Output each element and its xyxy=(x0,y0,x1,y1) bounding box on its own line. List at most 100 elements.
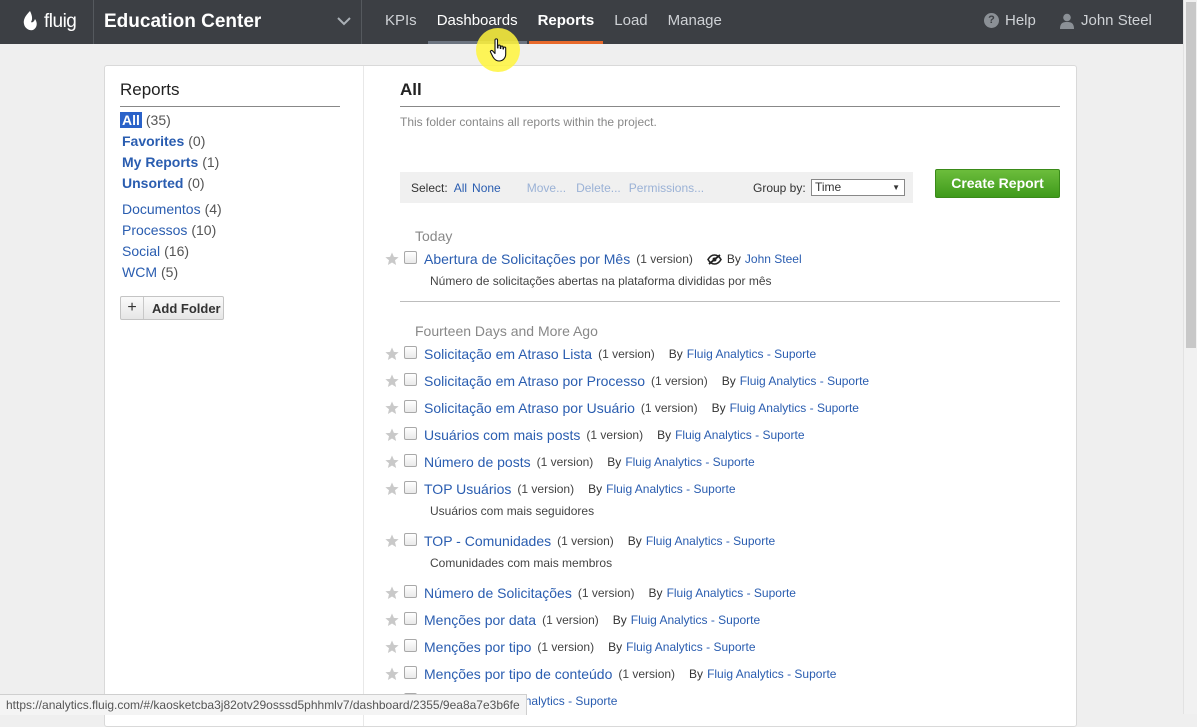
report-checkbox[interactable] xyxy=(404,665,417,679)
report-checkbox[interactable] xyxy=(404,453,417,467)
star-icon[interactable] xyxy=(385,640,399,654)
report-row[interactable]: Número de Solicitações (1 version) By Fluig… xyxy=(385,583,796,603)
report-checkbox[interactable] xyxy=(404,345,417,359)
report-row[interactable]: Menções por tipo de conteúdo (1 version) B… xyxy=(385,664,836,684)
report-name-link[interactable]: Usuários com mais posts xyxy=(424,427,580,443)
report-row[interactable]: TOP - Comunidades (1 version) By Fluig Anal… xyxy=(385,531,775,551)
star-icon[interactable] xyxy=(385,667,399,681)
folder-label[interactable]: Processos xyxy=(122,222,187,238)
report-row[interactable]: Solicitação em Atraso por Usuário (1 vers… xyxy=(385,398,859,418)
folder-social[interactable]: Social (16) xyxy=(122,241,352,262)
report-checkbox[interactable] xyxy=(404,250,417,264)
folder-label[interactable]: Social xyxy=(122,243,160,259)
help-link[interactable]: ? Help xyxy=(984,12,1036,29)
report-checkbox[interactable] xyxy=(404,426,417,440)
page-scrollbar[interactable] xyxy=(1183,0,1197,714)
report-name-link[interactable]: Número de Solicitações xyxy=(424,585,572,601)
folder-label[interactable]: WCM xyxy=(122,264,157,280)
author-link[interactable]: Fluig Analytics - Suporte xyxy=(631,613,760,627)
nav-kpis[interactable]: KPIs xyxy=(376,0,426,44)
star-icon[interactable] xyxy=(385,482,399,496)
permissions-link[interactable]: Permissions... xyxy=(629,181,704,195)
nav-reports[interactable]: Reports xyxy=(528,0,604,44)
select-none-link[interactable]: None xyxy=(472,181,501,195)
star-icon[interactable] xyxy=(385,613,399,627)
author-link[interactable]: Fluig Analytics - Suporte xyxy=(707,667,836,681)
report-name-link[interactable]: TOP - Comunidades xyxy=(424,533,551,549)
author-link[interactable]: Fluig Analytics - Suporte xyxy=(646,534,775,548)
report-row[interactable]: TOP Usuários (1 version) By Fluig Analytics… xyxy=(385,479,736,499)
star-icon[interactable] xyxy=(385,401,399,415)
report-name-link[interactable]: Solicitação em Atraso Lista xyxy=(424,346,592,362)
author-link[interactable]: Fluig Analytics - Suporte xyxy=(730,401,859,415)
folder-processos[interactable]: Processos (10) xyxy=(122,220,352,241)
report-checkbox[interactable] xyxy=(404,532,417,546)
report-name-link[interactable]: TOP Usuários xyxy=(424,481,511,497)
author-link[interactable]: Fluig Analytics - Suporte xyxy=(667,586,796,600)
author-link[interactable]: Fluig Analytics - Suporte xyxy=(625,455,754,469)
group-by-select[interactable]: Time ▼ xyxy=(811,179,905,196)
fluig-logo[interactable]: fluig xyxy=(18,8,78,36)
folders-sidebar: Reports All (35) Favorites (0) My Reports(… xyxy=(105,66,364,726)
folder-all[interactable]: All (35) xyxy=(120,110,352,131)
star-icon[interactable] xyxy=(385,428,399,442)
flame-icon xyxy=(23,11,37,31)
report-checkbox[interactable] xyxy=(404,372,417,386)
folder-unsorted[interactable]: Unsorted (0) xyxy=(122,173,352,194)
report-checkbox[interactable] xyxy=(404,399,417,413)
star-icon[interactable] xyxy=(385,534,399,548)
report-version: (1 version) xyxy=(651,374,708,388)
star-icon[interactable] xyxy=(385,455,399,469)
create-report-button[interactable]: Create Report xyxy=(935,169,1060,198)
folder-label[interactable]: Unsorted xyxy=(122,175,183,191)
folder-my-reports[interactable]: My Reports (1) xyxy=(122,152,352,173)
report-row[interactable]: Menções por tipo (1 version) By Fluig Analy… xyxy=(385,637,756,657)
report-row[interactable]: Solicitação em Atraso por Processo (1 ver… xyxy=(385,371,869,391)
author-link[interactable]: Fluig Analytics - Suporte xyxy=(740,374,869,388)
chevron-down-icon[interactable] xyxy=(337,16,351,26)
report-checkbox[interactable] xyxy=(404,584,417,598)
report-row[interactable]: Menções por data (1 version) By Fluig Analy… xyxy=(385,610,760,630)
add-folder-button[interactable]: + Add Folder xyxy=(120,296,224,320)
report-row[interactable]: Solicitação em Atraso Lista (1 version) By… xyxy=(385,344,816,364)
nav-manage[interactable]: Manage xyxy=(659,0,731,44)
select-all-link[interactable]: All xyxy=(454,181,467,195)
delete-link[interactable]: Delete... xyxy=(576,181,621,195)
report-row[interactable]: Abertura de Solicitações por Mês (1 versi… xyxy=(385,249,802,269)
star-icon[interactable] xyxy=(385,374,399,388)
user-menu[interactable]: John Steel xyxy=(1060,12,1152,29)
author-link[interactable]: Fluig Analytics - Suporte xyxy=(606,482,735,496)
author-link[interactable]: Fluig Analytics - Suporte xyxy=(687,347,816,361)
folder-documentos[interactable]: Documentos (4) xyxy=(122,199,352,220)
report-name-link[interactable]: Número de posts xyxy=(424,454,531,470)
report-description: Usuários com mais seguidores xyxy=(430,504,595,518)
folder-label[interactable]: Favorites xyxy=(122,133,184,149)
star-icon[interactable] xyxy=(385,252,399,266)
report-name-link[interactable]: Menções por tipo de conteúdo xyxy=(424,666,612,682)
report-name-link[interactable]: Solicitação em Atraso por Processo xyxy=(424,373,645,389)
report-name-link[interactable]: Menções por data xyxy=(424,612,536,628)
report-row[interactable]: Número de posts (1 version) By Fluig Analyt… xyxy=(385,452,755,472)
author-link[interactable]: Fluig Analytics - Suporte xyxy=(626,640,755,654)
nav-load[interactable]: Load xyxy=(605,0,656,44)
author-link[interactable]: John Steel xyxy=(745,252,802,266)
folder-label[interactable]: Documentos xyxy=(122,201,201,217)
move-link[interactable]: Move... xyxy=(527,181,566,195)
report-name-link[interactable]: Abertura de Solicitações por Mês xyxy=(424,251,630,267)
report-name-link[interactable]: Menções por tipo xyxy=(424,639,531,655)
folder-favorites[interactable]: Favorites (0) xyxy=(122,131,352,152)
star-icon[interactable] xyxy=(385,586,399,600)
report-checkbox[interactable] xyxy=(404,480,417,494)
report-row[interactable]: Usuários com mais posts (1 version) By Flui… xyxy=(385,425,805,445)
report-checkbox[interactable] xyxy=(404,638,417,652)
folder-wcm[interactable]: WCM (5) xyxy=(122,262,352,283)
author-link[interactable]: Fluig Analytics - Suporte xyxy=(675,428,804,442)
report-checkbox[interactable] xyxy=(404,611,417,625)
folder-count: (35) xyxy=(145,112,171,128)
folder-label[interactable]: All xyxy=(120,112,142,128)
scrollbar-thumb[interactable] xyxy=(1186,2,1196,348)
star-icon[interactable] xyxy=(385,347,399,361)
project-title[interactable]: Education Center xyxy=(104,11,261,33)
report-name-link[interactable]: Solicitação em Atraso por Usuário xyxy=(424,400,635,416)
folder-label[interactable]: My Reports xyxy=(122,154,198,170)
